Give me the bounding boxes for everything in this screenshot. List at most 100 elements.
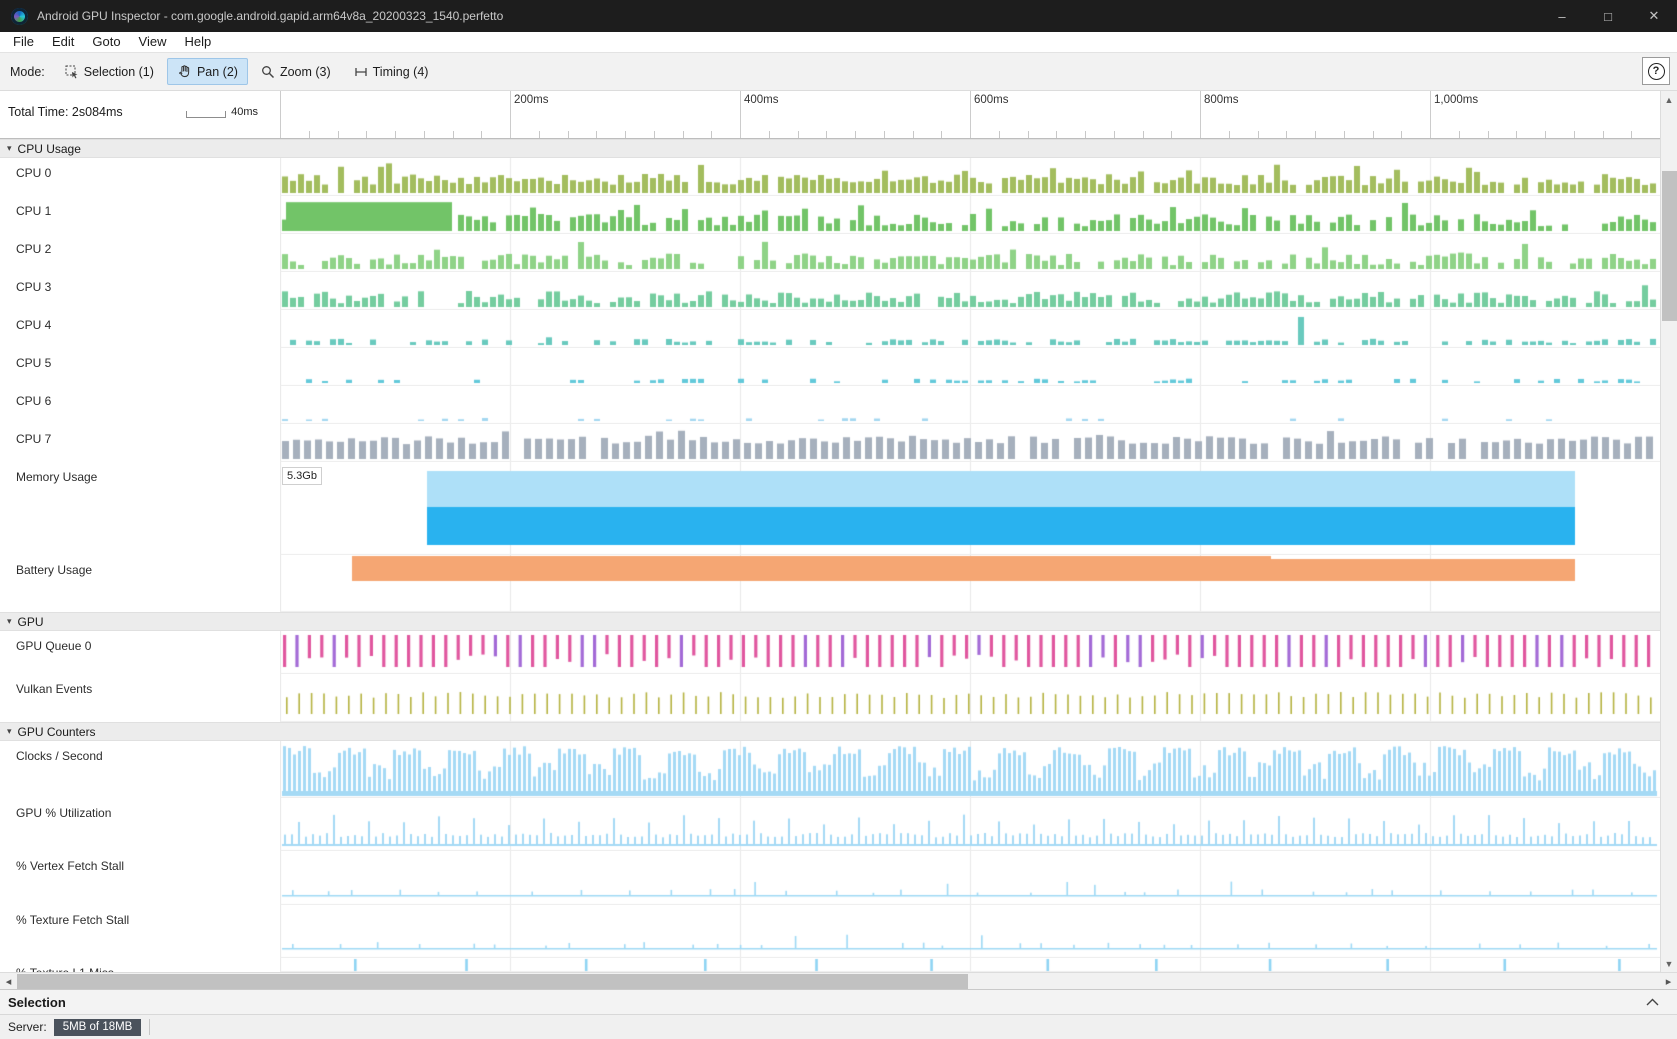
track-label: CPU 7 — [0, 424, 280, 462]
selection-mode-button[interactable]: Selection (1) — [55, 59, 164, 85]
help-icon: ? — [1648, 63, 1665, 80]
track-label: CPU 2 — [0, 234, 280, 272]
track-canvas-cpu-3[interactable] — [280, 272, 1660, 310]
scale-bracket-icon — [186, 111, 226, 118]
menu-file[interactable]: File — [4, 32, 43, 52]
track-row-gpu-utilization: GPU % Utilization — [0, 798, 1660, 851]
scroll-right-icon[interactable]: ▸ — [1660, 973, 1677, 989]
track-canvas-texture-l1-miss[interactable] — [280, 958, 1660, 972]
total-time-label: Total Time: 2s084ms — [8, 105, 123, 119]
ruler-minor-tick — [625, 131, 626, 138]
ruler-minor-tick — [683, 131, 684, 138]
track-canvas-cpu-6[interactable] — [280, 386, 1660, 424]
ruler-scale[interactable]: 200ms400ms600ms800ms1,000ms1,200ms — [280, 91, 1660, 138]
ruler-minor-tick — [1056, 131, 1057, 138]
track-label: % Texture Fetch Stall — [0, 905, 280, 958]
ruler-major-tick — [740, 91, 741, 138]
ruler-minor-tick — [1315, 131, 1316, 138]
mode-button-label: Zoom (3) — [280, 65, 331, 79]
track-canvas-memory-usage[interactable] — [280, 462, 1660, 555]
ruler-minor-tick — [338, 131, 339, 138]
ruler-minor-tick — [596, 131, 597, 138]
track-row-cpu-4: CPU 4 — [0, 310, 1660, 348]
track-row-memory-usage: Memory Usage5.3Gb — [0, 462, 1660, 555]
section-header-gpu[interactable]: ▾GPU — [0, 612, 1660, 631]
track-canvas-gpu-queue-0[interactable] — [280, 631, 1660, 674]
menu-goto[interactable]: Goto — [83, 32, 129, 52]
track-canvas-clocks-second[interactable] — [280, 741, 1660, 798]
scroll-down-icon[interactable]: ▼ — [1661, 955, 1677, 972]
ruler-minor-tick — [654, 131, 655, 138]
track-label: CPU 5 — [0, 348, 280, 386]
ruler-minor-tick — [309, 131, 310, 138]
track-canvas-cpu-4[interactable] — [280, 310, 1660, 348]
ruler-minor-tick — [1631, 131, 1632, 138]
vertical-scroll-thumb[interactable] — [1662, 171, 1677, 321]
track-canvas-cpu-1[interactable] — [280, 196, 1660, 234]
section-label: GPU Counters — [18, 725, 96, 739]
selection-panel-header[interactable]: Selection — [0, 989, 1677, 1014]
section-header-gpu-counters[interactable]: ▾GPU Counters — [0, 722, 1660, 741]
selection-panel-title: Selection — [0, 995, 66, 1010]
menu-edit[interactable]: Edit — [43, 32, 83, 52]
collapse-panel-icon[interactable] — [1646, 998, 1659, 1006]
ruler-minor-tick — [1286, 131, 1287, 138]
track-row-battery-usage: Battery Usage — [0, 555, 1660, 612]
toolbar: Mode: Selection (1)Pan (2)Zoom (3)Timing… — [0, 52, 1677, 91]
track-row-texture-fetch-stall: % Texture Fetch Stall — [0, 905, 1660, 958]
app-logo-icon — [11, 8, 28, 25]
mode-button-label: Pan (2) — [197, 65, 238, 79]
track-canvas-gpu-utilization[interactable] — [280, 798, 1660, 851]
track-row-cpu-7: CPU 7 — [0, 424, 1660, 462]
timing-icon — [354, 65, 368, 79]
minimize-button[interactable]: – — [1539, 0, 1585, 32]
ruler-minor-tick — [1574, 131, 1575, 138]
track-label: GPU Queue 0 — [0, 631, 280, 674]
track-label: % Texture L1 Miss — [0, 958, 280, 972]
horizontal-scroll-thumb[interactable] — [17, 974, 968, 989]
track-row-vertex-fetch-stall: % Vertex Fetch Stall — [0, 851, 1660, 905]
close-button[interactable]: ✕ — [1631, 0, 1677, 32]
ruler-minor-tick — [855, 131, 856, 138]
track-canvas-cpu-0[interactable] — [280, 158, 1660, 196]
track-label: % Vertex Fetch Stall — [0, 851, 280, 905]
ruler-minor-tick — [884, 131, 885, 138]
ruler-minor-tick — [1459, 131, 1460, 138]
ruler-minor-tick — [1401, 131, 1402, 138]
track-canvas-texture-fetch-stall[interactable] — [280, 905, 1660, 958]
timing-mode-button[interactable]: Timing (4) — [344, 59, 439, 85]
help-button[interactable]: ? — [1642, 57, 1670, 85]
ruler-tick-label: 200ms — [514, 94, 549, 106]
server-label: Server: — [8, 1020, 47, 1034]
track-canvas-cpu-5[interactable] — [280, 348, 1660, 386]
maximize-button[interactable]: □ — [1585, 0, 1631, 32]
menu-view[interactable]: View — [130, 32, 176, 52]
ruler-minor-tick — [424, 131, 425, 138]
section-header-cpu-usage[interactable]: ▾CPU Usage — [0, 139, 1660, 158]
track-canvas-vulkan-events[interactable] — [280, 674, 1660, 722]
pan-mode-button[interactable]: Pan (2) — [167, 58, 248, 85]
ruler-minor-tick — [1258, 131, 1259, 138]
collapse-icon: ▾ — [7, 144, 12, 153]
track-label: CPU 1 — [0, 196, 280, 234]
track-canvas-cpu-7[interactable] — [280, 424, 1660, 462]
window-title: Android GPU Inspector - com.google.andro… — [37, 9, 503, 23]
ruler-minor-tick — [568, 131, 569, 138]
ruler-minor-tick — [1545, 131, 1546, 138]
track-label: GPU % Utilization — [0, 798, 280, 851]
track-canvas-cpu-2[interactable] — [280, 234, 1660, 272]
section-label: GPU — [18, 615, 44, 629]
track-canvas-vertex-fetch-stall[interactable] — [280, 851, 1660, 905]
track-label: Clocks / Second — [0, 741, 280, 798]
ruler-minor-tick — [453, 131, 454, 138]
horizontal-scrollbar[interactable]: ◂ ▸ — [0, 972, 1677, 989]
vertical-scrollbar[interactable]: ▲ ▼ — [1660, 91, 1677, 972]
track-row-texture-l1-miss: % Texture L1 Miss — [0, 958, 1660, 972]
ruler-summary: Total Time: 2s084ms 40ms — [0, 91, 280, 138]
track-canvas-battery-usage[interactable] — [280, 555, 1660, 612]
track-row-cpu-2: CPU 2 — [0, 234, 1660, 272]
zoom-mode-button[interactable]: Zoom (3) — [251, 59, 341, 85]
scroll-up-icon[interactable]: ▲ — [1661, 91, 1677, 108]
scroll-left-icon[interactable]: ◂ — [0, 973, 17, 989]
menu-help[interactable]: Help — [176, 32, 221, 52]
